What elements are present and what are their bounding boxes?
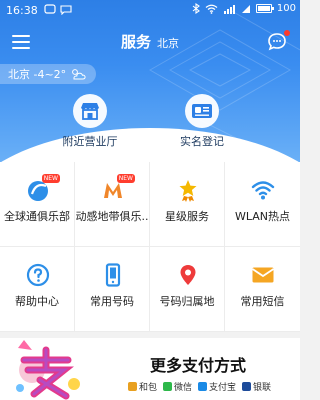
global-club-item[interactable]: NEW 全球通俱乐部 bbox=[0, 162, 75, 247]
unionpay-icon bbox=[242, 382, 252, 391]
location-pin-icon bbox=[176, 263, 200, 287]
wechat-label: 微信 bbox=[174, 383, 193, 393]
unread-dot bbox=[284, 30, 290, 36]
unionpay-pay[interactable]: 银联 bbox=[242, 380, 271, 393]
battery-text: 100 bbox=[276, 3, 296, 14]
pay-character-art bbox=[16, 340, 80, 400]
weather-text: 北京 -4~2° bbox=[8, 68, 67, 81]
global-club-label: 全球通俱乐部 bbox=[4, 210, 70, 223]
id-card-icon bbox=[185, 94, 219, 128]
store-icon bbox=[73, 94, 107, 128]
star-service-item[interactable]: 星级服务 bbox=[150, 162, 225, 247]
battery-fill bbox=[257, 6, 270, 11]
m-zone-club-item[interactable]: NEW 动感地带俱乐.. bbox=[75, 162, 150, 247]
new-badge: NEW bbox=[116, 174, 135, 183]
help-center-item[interactable]: 帮助中心 bbox=[0, 247, 75, 332]
new-badge: NEW bbox=[41, 174, 60, 183]
message-icon bbox=[60, 5, 72, 15]
cloud-sun-icon bbox=[72, 69, 86, 80]
notification-icon bbox=[44, 4, 56, 14]
nearby-hall-label: 附近营业厅 bbox=[62, 135, 118, 148]
help-center-label: 帮助中心 bbox=[15, 295, 59, 308]
status-bar: 16:38 100 bbox=[0, 0, 300, 22]
status-right: 100 bbox=[192, 3, 296, 14]
phone-icon bbox=[101, 263, 125, 287]
title-bar: 服务 北京 bbox=[0, 28, 300, 56]
alipay-icon bbox=[198, 382, 208, 391]
star-service-label: 星级服务 bbox=[165, 210, 209, 223]
hebao-icon bbox=[128, 382, 137, 391]
signal-2-icon bbox=[241, 4, 250, 13]
number-location-item[interactable]: 号码归属地 bbox=[150, 247, 225, 332]
status-time: 16:38 bbox=[6, 4, 38, 17]
service-grid: NEW 全球通俱乐部 NEW 动感地带俱乐.. 星级服务 WLAN热点 帮助中心… bbox=[0, 162, 300, 332]
envelope-icon bbox=[251, 263, 275, 287]
page-title: 服务 bbox=[120, 33, 151, 51]
title-wrap: 服务 北京 bbox=[0, 31, 300, 52]
m-zone-club-icon: NEW bbox=[101, 174, 135, 202]
wechat-icon bbox=[163, 382, 173, 391]
wechat-pay[interactable]: 微信 bbox=[163, 380, 192, 393]
city-selector[interactable]: 北京 bbox=[157, 37, 179, 50]
wifi-icon bbox=[251, 178, 275, 202]
hebao-label: 和包 bbox=[139, 383, 158, 393]
signal-icon bbox=[223, 4, 235, 14]
bluetooth-icon bbox=[192, 3, 200, 14]
global-club-icon: NEW bbox=[26, 174, 60, 202]
service-screen: 16:38 100 服务 北京 北京 -4~2° 附近营业厅 实名登记 NEW … bbox=[0, 0, 300, 400]
nearby-hall-button[interactable]: 附近营业厅 bbox=[40, 94, 140, 149]
hebao-pay[interactable]: 和包 bbox=[128, 380, 157, 393]
alipay-label: 支付宝 bbox=[209, 383, 237, 393]
battery-icon bbox=[255, 4, 274, 13]
weather-widget[interactable]: 北京 -4~2° bbox=[0, 64, 97, 84]
real-name-button[interactable]: 实名登记 bbox=[152, 94, 252, 149]
number-location-label: 号码归属地 bbox=[159, 295, 215, 308]
payment-promo[interactable]: 更多支付方式 和包 微信 支付宝 银联 bbox=[0, 338, 300, 400]
chat-icon[interactable] bbox=[266, 30, 290, 53]
star-medal-icon bbox=[176, 178, 200, 202]
common-numbers-label: 常用号码 bbox=[90, 295, 134, 308]
real-name-label: 实名登记 bbox=[180, 135, 224, 148]
unionpay-label: 银联 bbox=[253, 383, 272, 393]
common-sms-item[interactable]: 常用短信 bbox=[225, 247, 300, 332]
wlan-hotspot-item[interactable]: WLAN热点 bbox=[225, 162, 300, 247]
m-zone-club-label: 动感地带俱乐.. bbox=[75, 210, 149, 223]
pay-methods: 和包 微信 支付宝 银联 bbox=[128, 380, 271, 393]
help-icon bbox=[26, 263, 50, 287]
pay-title: 更多支付方式 bbox=[150, 356, 247, 375]
wlan-hotspot-label: WLAN热点 bbox=[234, 210, 290, 223]
notification-icons bbox=[44, 3, 72, 15]
common-numbers-item[interactable]: 常用号码 bbox=[75, 247, 150, 332]
alipay-pay[interactable]: 支付宝 bbox=[198, 380, 236, 393]
wifi-icon bbox=[205, 4, 218, 14]
common-sms-label: 常用短信 bbox=[240, 295, 285, 308]
